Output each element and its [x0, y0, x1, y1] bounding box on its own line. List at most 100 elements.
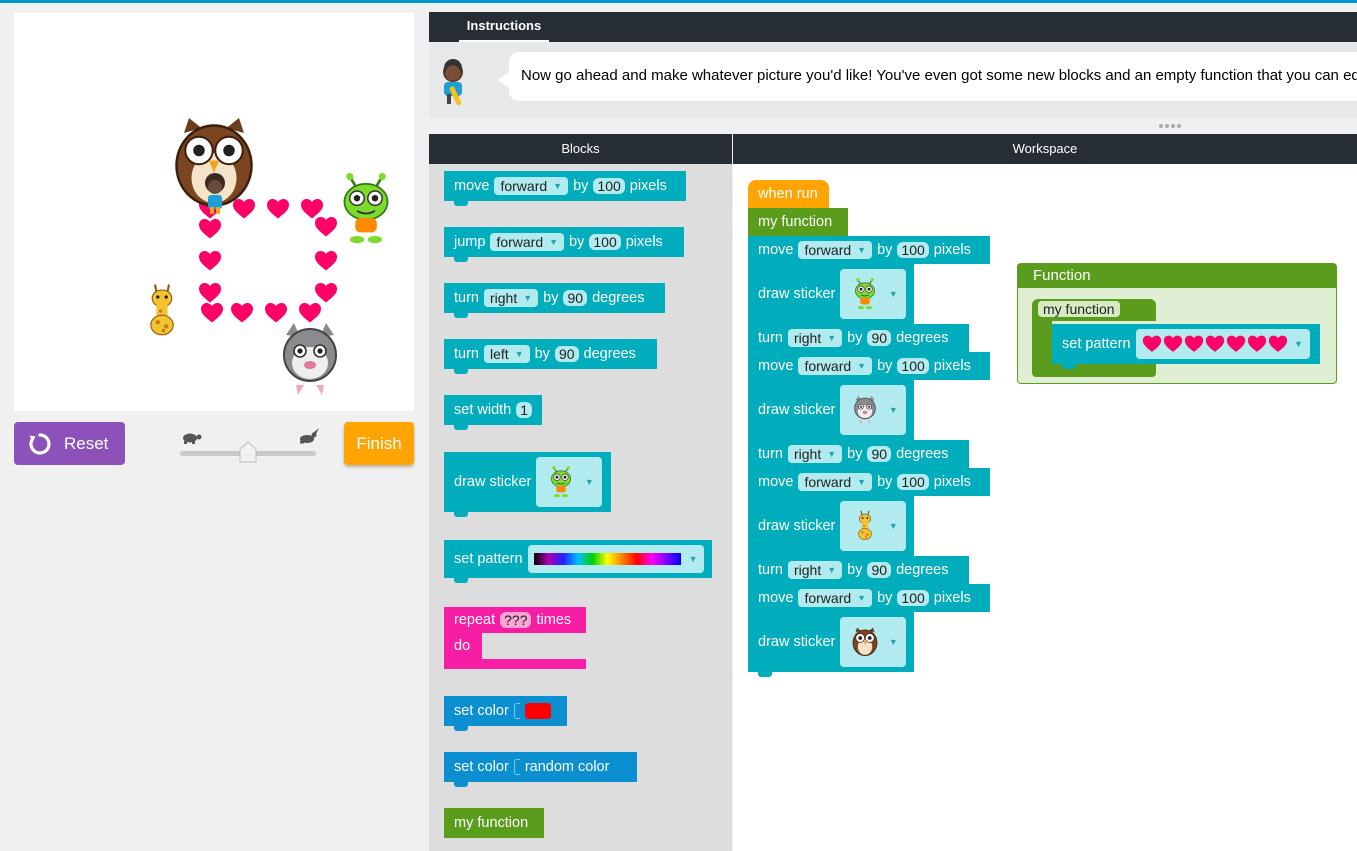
repeat-block-foot — [444, 659, 586, 669]
block-label: set pattern — [454, 551, 523, 567]
toolbox-set-color-random-block[interactable]: set color random color — [444, 752, 637, 787]
tab-instructions[interactable]: Instructions — [459, 12, 549, 42]
sticker-dropdown[interactable]: ▼ — [536, 457, 603, 507]
program-turn-block[interactable]: turn right ▼ by 90 degrees — [748, 324, 969, 357]
reset-button[interactable]: Reset — [14, 422, 125, 465]
block-label: draw sticker — [758, 286, 836, 302]
toolbox-set-pattern-block[interactable]: set pattern ▼ — [444, 540, 712, 583]
block-label: turn — [454, 346, 479, 362]
block-label: pixels — [933, 474, 971, 490]
pattern-dropdown[interactable]: ▼ — [1135, 329, 1310, 359]
block-label: set width — [454, 402, 512, 418]
blocks-header: Blocks — [429, 134, 732, 164]
function-definition[interactable]: Function my function set pattern ▼ — [1017, 263, 1337, 384]
sticker-dropdown[interactable]: ▼ — [840, 269, 907, 319]
instructions-header: Instructions — [429, 12, 1357, 42]
width-field[interactable]: 1 — [516, 402, 533, 418]
direction-dropdown[interactable]: right ▼ — [788, 445, 843, 463]
program-draw-sticker-block[interactable]: draw sticker ▼ — [748, 496, 914, 561]
program-draw-sticker-block[interactable]: draw sticker ▼ — [748, 264, 914, 329]
function-name-block[interactable]: my function — [1032, 299, 1156, 321]
resize-grip-icon[interactable] — [1157, 122, 1181, 130]
direction-dropdown[interactable]: right ▼ — [788, 561, 843, 579]
block-label: by — [847, 330, 863, 346]
block-label: by — [569, 234, 585, 250]
function-body-foot — [1032, 363, 1156, 377]
toolbox-turn-left-block[interactable]: turn left ▼ by 90 degrees — [444, 339, 657, 374]
block-label: by — [877, 242, 893, 258]
distance-field[interactable]: 100 — [593, 178, 625, 194]
pattern-dropdown[interactable]: ▼ — [527, 545, 704, 573]
program-turn-block[interactable]: turn right ▼ by 90 degrees — [748, 556, 969, 589]
block-label: move — [758, 358, 794, 374]
direction-dropdown[interactable]: forward ▼ — [798, 357, 873, 375]
direction-dropdown[interactable]: right ▼ — [484, 289, 539, 307]
random-color-label: random color — [524, 759, 610, 775]
program-move-block[interactable]: move forward ▼ by 100 pixels — [748, 352, 990, 385]
giraffe-sticker — [114, 283, 210, 339]
toolbox-move-block[interactable]: move forward ▼ by 100 pixels — [444, 171, 686, 206]
program-move-block[interactable]: move forward ▼ by 100 pixels — [748, 468, 990, 501]
top-accent-line — [0, 0, 1357, 3]
block-label: pixels — [629, 178, 667, 194]
color-swatch[interactable] — [524, 703, 551, 719]
distance-field[interactable]: 100 — [897, 474, 929, 490]
distance-field[interactable]: 100 — [897, 358, 929, 374]
block-label: turn — [758, 446, 783, 462]
heart-mark — [198, 249, 222, 273]
angle-field[interactable]: 90 — [563, 290, 588, 306]
program-move-block[interactable]: move forward ▼ by 100 pixels — [748, 236, 990, 269]
bat-icon — [849, 394, 881, 426]
toolbox-my-function-block[interactable]: my function — [444, 808, 544, 838]
toolbox-repeat-block[interactable]: repeat ??? times — [444, 607, 586, 633]
direction-dropdown[interactable]: forward ▼ — [798, 473, 873, 491]
speed-slider[interactable] — [176, 428, 322, 466]
block-label: draw sticker — [758, 634, 836, 650]
alien-icon — [545, 466, 577, 498]
direction-dropdown[interactable]: forward ▼ — [798, 589, 873, 607]
direction-dropdown[interactable]: forward ▼ — [490, 233, 565, 251]
sticker-dropdown[interactable]: ▼ — [840, 501, 907, 551]
block-label: when run — [758, 186, 818, 202]
direction-dropdown[interactable]: right ▼ — [788, 329, 843, 347]
toolbox-jump-block[interactable]: jump forward ▼ by 100 pixels — [444, 227, 684, 262]
finish-label: Finish — [356, 433, 402, 453]
block-label: move — [758, 474, 794, 490]
function-name-field[interactable]: my function — [1038, 301, 1120, 317]
sticker-dropdown[interactable]: ▼ — [840, 617, 907, 667]
artist-character — [205, 173, 225, 214]
toolbox-set-color-block[interactable]: set color — [444, 696, 567, 731]
function-set-pattern-block[interactable]: set pattern ▼ — [1052, 324, 1320, 369]
finish-button[interactable]: Finish — [344, 422, 414, 465]
instructions-text: Now go ahead and make whatever picture y… — [509, 52, 1357, 101]
distance-field[interactable]: 100 — [897, 590, 929, 606]
toolbox-draw-sticker-block[interactable]: draw sticker ▼ — [444, 452, 611, 517]
block-label: by — [847, 446, 863, 462]
program-draw-sticker-block[interactable]: draw sticker ▼ — [748, 612, 914, 677]
sticker-dropdown[interactable]: ▼ — [840, 385, 907, 435]
my-function-call-block[interactable]: my function — [748, 208, 848, 236]
direction-dropdown[interactable]: forward ▼ — [798, 241, 873, 259]
program-draw-sticker-block[interactable]: draw sticker ▼ — [748, 380, 914, 445]
block-label: degrees — [896, 562, 949, 578]
direction-dropdown[interactable]: left ▼ — [484, 345, 530, 363]
block-label: by — [543, 290, 559, 306]
slider-thumb[interactable] — [239, 441, 257, 463]
when-run-block[interactable]: when run — [748, 180, 829, 208]
angle-field[interactable]: 90 — [867, 562, 892, 578]
angle-field[interactable]: 90 — [867, 330, 892, 346]
block-label: my function — [758, 214, 833, 230]
repeat-count-field[interactable]: ??? — [500, 612, 532, 628]
toolbox-turn-right-block[interactable]: turn right ▼ by 90 degrees — [444, 283, 665, 318]
toolbox-set-width-block[interactable]: set width 1 — [444, 395, 542, 430]
block-label: draw sticker — [454, 474, 532, 490]
program-move-block[interactable]: move forward ▼ by 100 pixels — [748, 584, 990, 617]
direction-dropdown[interactable]: forward ▼ — [494, 177, 569, 195]
program-turn-block[interactable]: turn right ▼ by 90 degrees — [748, 440, 969, 473]
reset-icon — [29, 432, 51, 455]
distance-field[interactable]: 100 — [897, 242, 929, 258]
angle-field[interactable]: 90 — [554, 346, 579, 362]
angle-field[interactable]: 90 — [867, 446, 892, 462]
distance-field[interactable]: 100 — [589, 234, 621, 250]
block-label: degrees — [583, 346, 636, 362]
